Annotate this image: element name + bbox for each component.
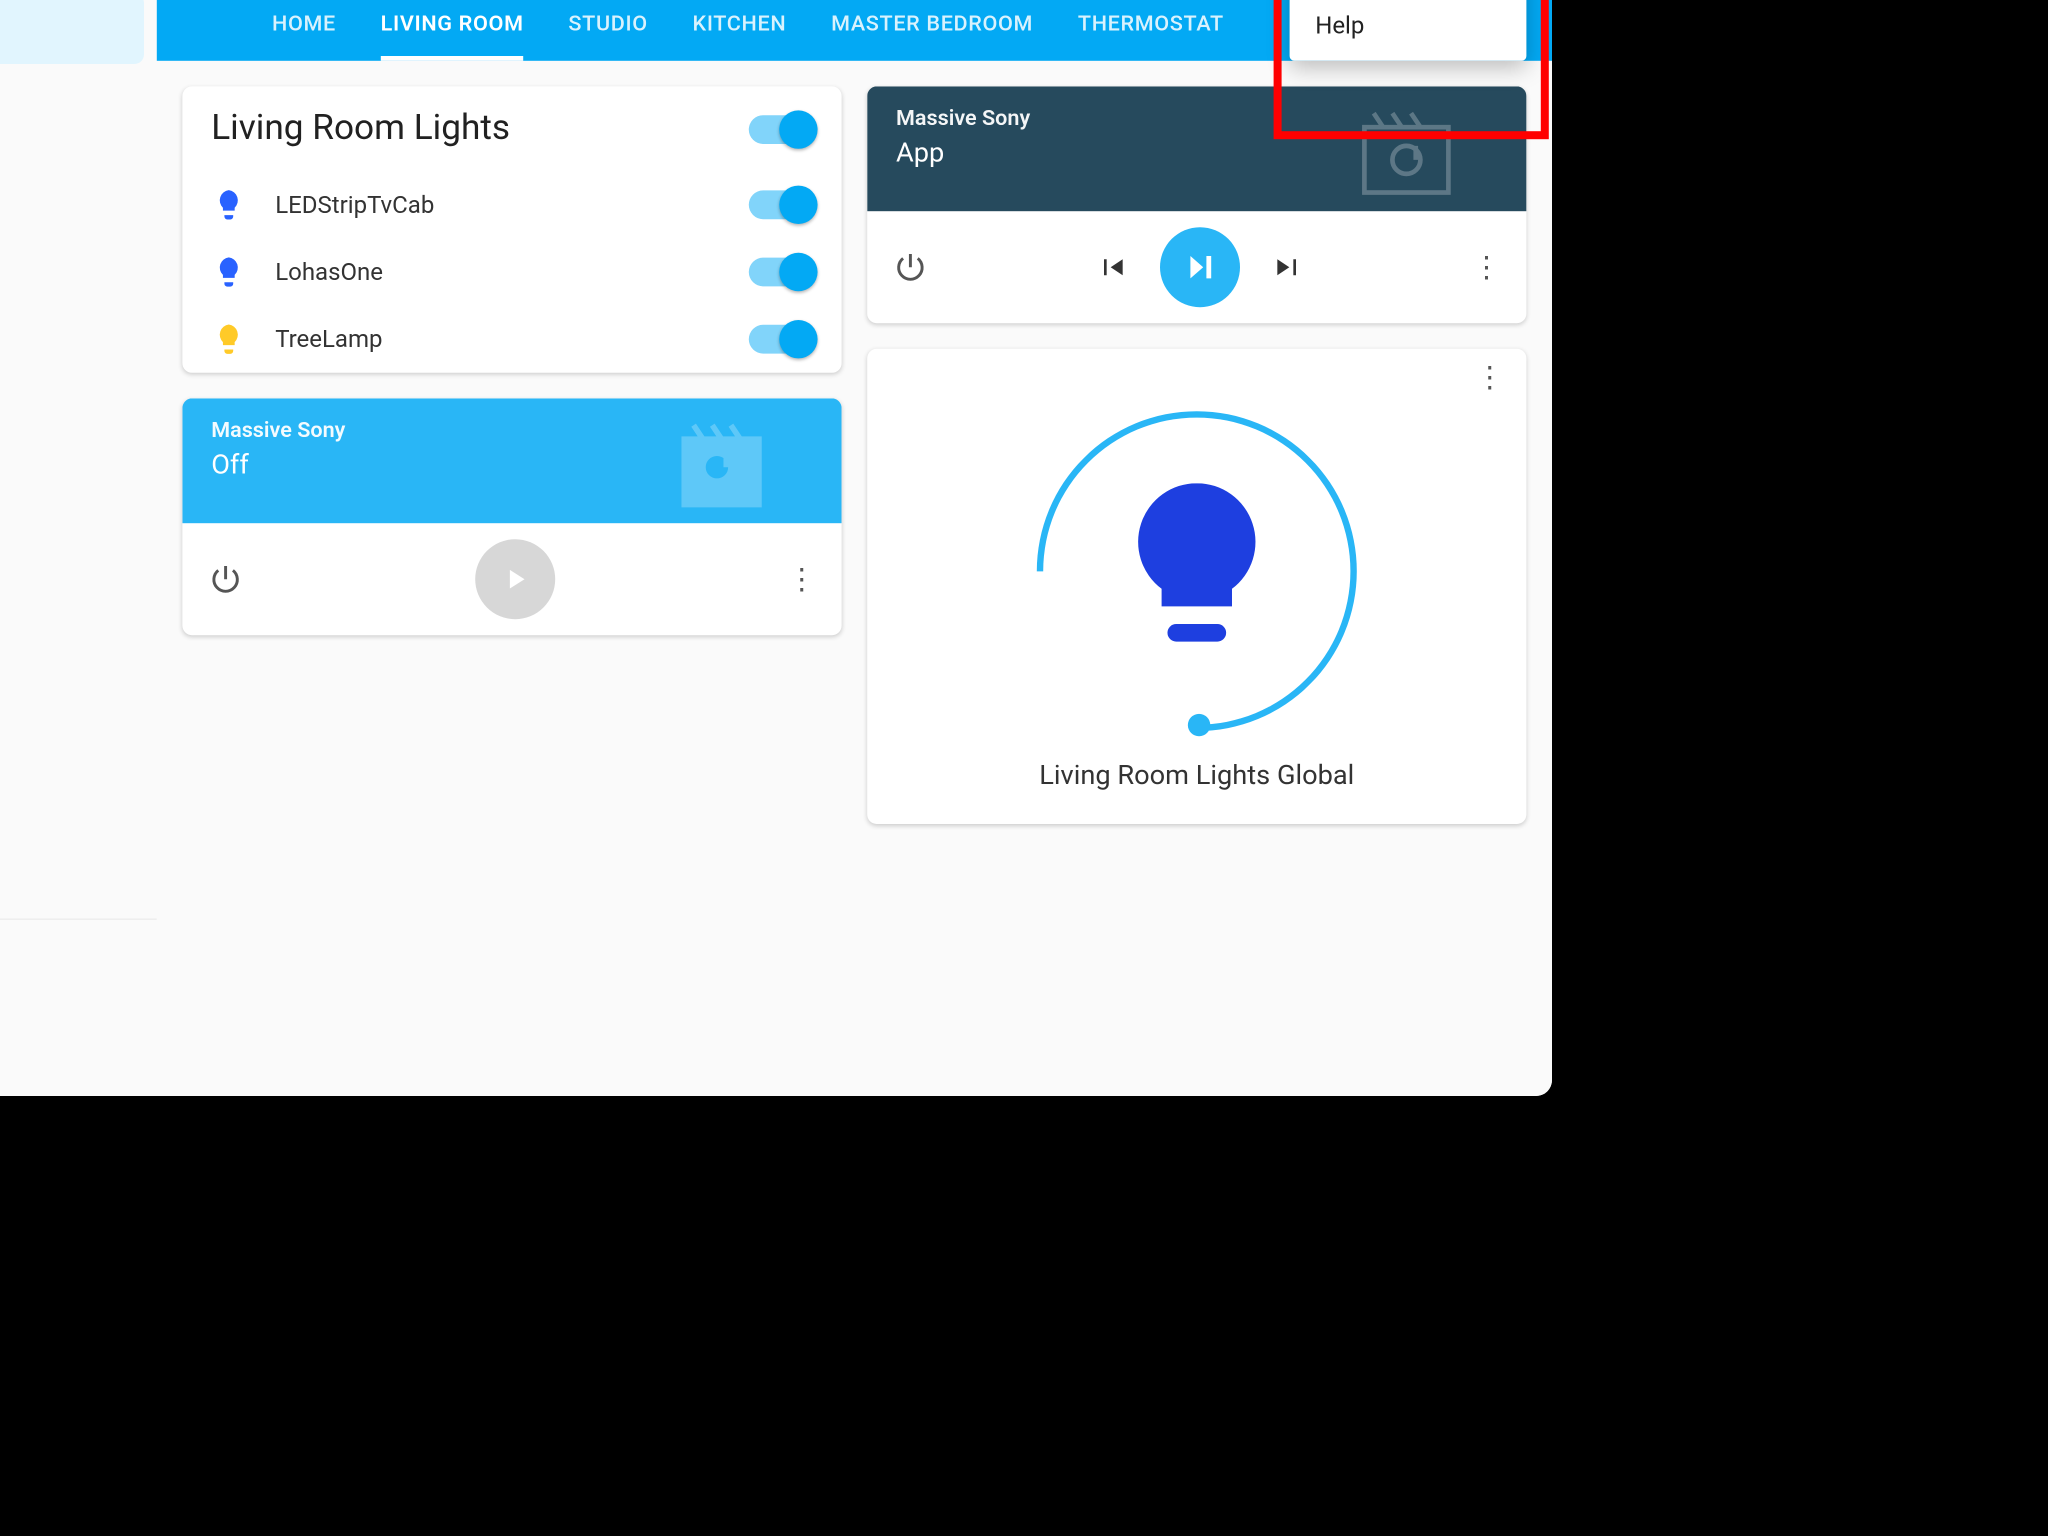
browser-window: ⌂ Home Assistant ✕ ＋ ← → ⟳ ▲ Not Secure … (0, 0, 1552, 1096)
light-toggle[interactable] (749, 325, 813, 354)
menu-item-help[interactable]: Help (1290, 0, 1527, 61)
play-pause-button[interactable] (1160, 227, 1240, 307)
tab-studio[interactable]: STUDIO (568, 0, 647, 61)
power-button[interactable] (208, 562, 243, 597)
card-media-small: Massive Sony Off ⋮ (182, 398, 841, 635)
sidebar-item-overview[interactable]: Overview (0, 0, 144, 64)
prev-track-button[interactable] (1096, 251, 1128, 283)
sidebar-item-supervisor[interactable]: Supervisor (0, 576, 144, 646)
bulb-icon (1125, 483, 1269, 659)
more-menu-icon[interactable]: ⋮ (1475, 362, 1504, 396)
master-toggle[interactable] (749, 114, 813, 143)
sidebar-item-logbook[interactable]: Logbook (0, 141, 144, 211)
media-icon (1350, 99, 1462, 211)
sidebar-item-history[interactable]: History (0, 214, 144, 284)
bulb-icon (211, 254, 246, 289)
sidebar-item-terminal[interactable]: Terminal (0, 362, 144, 432)
light-name: LohasOne (275, 258, 720, 287)
power-button[interactable] (893, 250, 928, 285)
tab-living-room[interactable]: LIVING ROOM (381, 0, 524, 61)
light-row[interactable]: TreeLamp (182, 306, 841, 373)
media-icon (666, 411, 778, 523)
light-name: TreeLamp (275, 325, 720, 354)
light-name: LEDStripTvCab (275, 190, 720, 219)
app-root: Home Assistant Overview Map Logbook His (0, 0, 1552, 1096)
light-toggle[interactable] (749, 258, 813, 287)
main-content: TekHouse HOME LIVING ROOM STUDIO KITCHEN… (157, 0, 1552, 1096)
sidebar: Home Assistant Overview Map Logbook His (0, 0, 157, 1096)
big-light-label: Living Room Lights Global (1039, 760, 1354, 792)
light-toggle[interactable] (749, 190, 813, 219)
sidebar-item-file-editor[interactable]: File editor (0, 288, 144, 358)
sidebar-item-configuration[interactable]: Configuration (0, 650, 144, 720)
more-menu-icon[interactable]: ⋮ (787, 562, 816, 596)
card-big-light: ⋮ Living Room Lights Global (867, 349, 1526, 824)
tab-master-bedroom[interactable]: MASTER BEDROOM (831, 0, 1033, 61)
brightness-arc[interactable] (971, 349, 1424, 798)
light-row[interactable]: LEDStripTvCab (182, 171, 841, 238)
overflow-menu: Configure UI Help (1290, 0, 1527, 61)
tab-thermostat[interactable]: THERMOSTAT (1078, 0, 1224, 61)
tab-kitchen[interactable]: KITCHEN (693, 0, 787, 61)
play-button[interactable] (475, 539, 555, 619)
next-track-button[interactable] (1272, 251, 1304, 283)
brightness-handle-icon[interactable] (1183, 709, 1215, 741)
sidebar-item-developer-tools[interactable]: Developer Tools (0, 502, 144, 572)
more-menu-icon[interactable]: ⋮ (1472, 250, 1501, 284)
sidebar-item-user[interactable]: S Simon (0, 1003, 144, 1086)
sidebar-item-notifications[interactable]: Notifications (0, 930, 144, 1000)
card-media-large: Massive Sony App ⋮ (867, 86, 1526, 323)
light-row[interactable]: LohasOne (182, 238, 841, 305)
bulb-icon (211, 322, 246, 357)
tab-home[interactable]: HOME (272, 0, 336, 61)
sidebar-item-label: Developer Tools (0, 523, 1, 552)
bulb-icon (211, 187, 246, 222)
card-title: Living Room Lights (211, 109, 510, 149)
sidebar-item-map[interactable]: Map (0, 67, 144, 137)
card-living-room-lights: Living Room Lights LEDStripTvCab LohasOn… (182, 86, 841, 372)
